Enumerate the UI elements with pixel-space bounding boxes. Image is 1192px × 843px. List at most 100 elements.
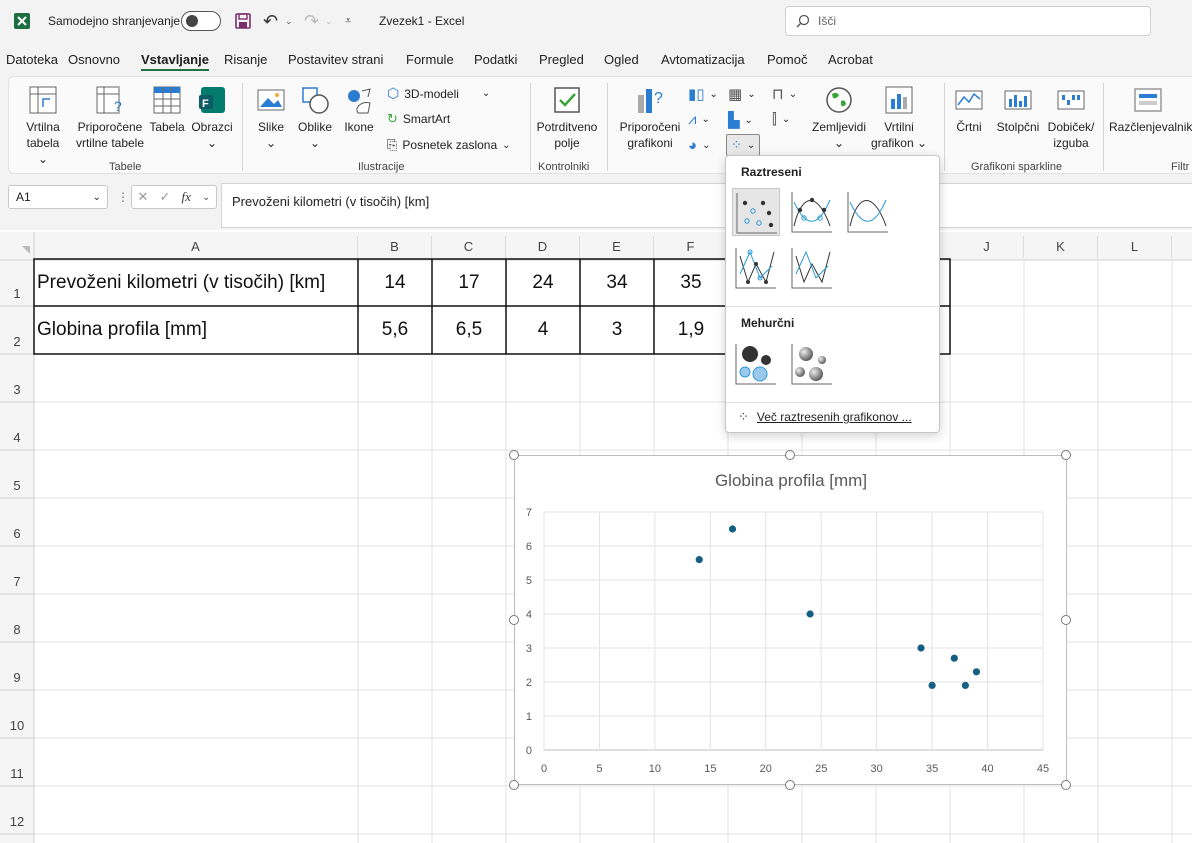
maps-button[interactable]: Zemljevidi ⌄: [809, 85, 869, 151]
cell-b1[interactable]: 14: [358, 260, 432, 306]
cell-d1[interactable]: 24: [506, 260, 580, 306]
recommended-pivot-button[interactable]: ? Priporočene vrtilne tabele: [71, 85, 149, 151]
combo-chart-button[interactable]: ⫿ ⌄: [772, 111, 790, 128]
cell-e2[interactable]: 3: [580, 307, 654, 353]
data-point[interactable]: [928, 681, 936, 689]
cell-a1[interactable]: Prevoženi kilometri (v tisočih) [km]: [37, 260, 357, 306]
cell-b2[interactable]: 5,6: [358, 307, 432, 353]
autosave-toggle[interactable]: [181, 0, 221, 42]
waterfall-chart-button[interactable]: ⊓ ⌄: [772, 85, 797, 103]
scatter-smooth-markers-option[interactable]: [788, 188, 836, 236]
confirm-icon[interactable]: ✓: [160, 189, 171, 205]
line-chart-button[interactable]: ⩘ ⌄: [688, 111, 710, 128]
chart-series[interactable]: [695, 525, 981, 689]
data-point[interactable]: [917, 644, 925, 652]
screenshot-button[interactable]: ⎘ Posnetek zaslona ⌄: [387, 137, 511, 153]
column-chart-button[interactable]: ▮▯ ⌄: [688, 85, 718, 103]
data-point[interactable]: [728, 525, 737, 533]
row-header-4[interactable]: 4: [0, 430, 34, 445]
more-options-icon[interactable]: ⋮: [117, 190, 129, 204]
tab-insert[interactable]: Vstavljanje: [141, 52, 209, 71]
pivot-chart-button[interactable]: Vrtilni grafikon ⌄: [869, 85, 929, 151]
pictures-button[interactable]: Slike ⌄: [253, 85, 289, 151]
tab-help[interactable]: Pomoč: [767, 52, 807, 67]
cancel-icon[interactable]: ✕: [138, 189, 149, 205]
row-header-5[interactable]: 5: [0, 478, 34, 493]
resize-handle-s[interactable]: [785, 780, 795, 790]
recommended-charts-button[interactable]: ? Priporočeni grafikoni: [613, 85, 687, 151]
tab-automate[interactable]: Avtomatizacija: [661, 52, 745, 67]
checkbox-button[interactable]: Potrditveno polje: [533, 85, 601, 151]
formula-input[interactable]: Prevoženi kilometri (v tisočih) [km]: [221, 183, 1192, 228]
scatter-chart-button[interactable]: ⁘ ⌄: [726, 134, 761, 156]
tab-home[interactable]: Osnovno: [68, 52, 120, 67]
table-button[interactable]: Tabela: [149, 85, 185, 135]
row-header-12[interactable]: 12: [0, 814, 34, 829]
tab-file[interactable]: Datoteka: [6, 52, 58, 67]
data-point[interactable]: [806, 610, 814, 618]
forms-button[interactable]: F Obrazci ⌄: [189, 85, 235, 151]
tab-draw[interactable]: Risanje: [224, 52, 267, 67]
cell-f1[interactable]: 35: [654, 260, 728, 306]
resize-handle-ne[interactable]: [1061, 450, 1071, 460]
resize-handle-sw[interactable]: [509, 780, 519, 790]
smartart-button[interactable]: ↻ SmartArt: [387, 111, 450, 127]
save-icon[interactable]: [235, 0, 251, 42]
column-header-b[interactable]: B: [358, 236, 432, 258]
tab-acrobat[interactable]: Acrobat: [828, 52, 873, 67]
row-header-10[interactable]: 10: [0, 718, 34, 733]
tab-review[interactable]: Pregled: [539, 52, 584, 67]
slicer-button[interactable]: Razčlenjevalnik: [1109, 85, 1192, 135]
shapes-button[interactable]: Oblike ⌄: [293, 85, 337, 151]
search-box[interactable]: Išči: [785, 6, 1151, 36]
more-scatter-charts-link[interactable]: ⁘ Več raztresenih grafikonov ...: [738, 409, 912, 425]
column-header-l[interactable]: L: [1098, 236, 1172, 258]
data-point[interactable]: [972, 668, 981, 676]
statistic-chart-button[interactable]: ▙ ⌄: [728, 111, 753, 129]
resize-handle-e[interactable]: [1061, 615, 1071, 625]
column-header-a[interactable]: A: [34, 236, 358, 258]
line-sparkline-button[interactable]: Črtni: [949, 85, 989, 135]
bubble-option[interactable]: [732, 340, 780, 388]
cell-a2[interactable]: Globina profila [mm]: [37, 307, 357, 353]
column-header-d[interactable]: D: [506, 236, 580, 258]
scatter-straight-option[interactable]: [788, 244, 836, 292]
row-header-1[interactable]: 1: [0, 286, 34, 301]
winloss-sparkline-button[interactable]: Dobiček/ izguba: [1043, 85, 1099, 151]
tab-view[interactable]: Ogled: [604, 52, 639, 67]
undo-icon[interactable]: ↶: [263, 0, 278, 42]
column-header-c[interactable]: C: [432, 236, 506, 258]
cell-c2[interactable]: 6,5: [432, 307, 506, 353]
column-header-f[interactable]: F: [654, 236, 728, 258]
column-sparkline-button[interactable]: Stolpčni: [993, 85, 1043, 135]
pivot-table-button[interactable]: Vrtilna tabela ⌄: [21, 85, 65, 167]
cell-d2[interactable]: 4: [506, 307, 580, 353]
column-header-k[interactable]: K: [1024, 236, 1098, 258]
tab-page-layout[interactable]: Postavitev strani: [288, 52, 383, 67]
resize-handle-n[interactable]: [785, 450, 795, 460]
row-header-7[interactable]: 7: [0, 574, 34, 589]
cell-c1[interactable]: 17: [432, 260, 506, 306]
data-point[interactable]: [695, 556, 703, 564]
resize-handle-se[interactable]: [1061, 780, 1071, 790]
scatter-straight-markers-option[interactable]: [732, 244, 780, 292]
data-point[interactable]: [961, 681, 969, 689]
insert-function-icon[interactable]: fx: [182, 189, 191, 205]
redo-icon[interactable]: ↷: [304, 0, 319, 42]
chart-title[interactable]: Globina profila [mm]: [715, 471, 867, 490]
name-box[interactable]: A1 ⌄: [8, 185, 108, 209]
scatter-markers-option[interactable]: [732, 188, 780, 236]
3d-models-button[interactable]: ⬡ 3D-modeli ⌄: [387, 85, 490, 102]
chart-x-axis[interactable]: 0 5 10 15 20 25 30 35 40 45: [541, 763, 1049, 775]
tab-formulas[interactable]: Formule: [406, 52, 454, 67]
undo-dropdown-icon[interactable]: ⌄: [285, 0, 293, 42]
resize-handle-nw[interactable]: [509, 450, 519, 460]
icons-button[interactable]: Ikone: [341, 85, 377, 135]
data-point[interactable]: [950, 654, 958, 662]
row-header-3[interactable]: 3: [0, 382, 34, 397]
scatter-chart[interactable]: Globina profila [mm] 01234567 0 5 10 15 20 25…: [514, 455, 1067, 785]
row-header-2[interactable]: 2: [0, 334, 34, 349]
scatter-smooth-option[interactable]: [844, 188, 892, 236]
row-header-6[interactable]: 6: [0, 526, 34, 541]
cell-f2[interactable]: 1,9: [654, 307, 728, 353]
